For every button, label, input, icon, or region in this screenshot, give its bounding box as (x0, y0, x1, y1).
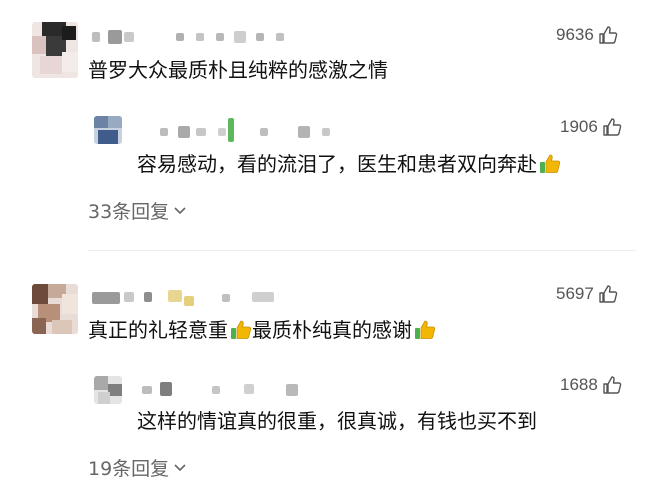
thumbs-up-emoji-icon (539, 153, 561, 182)
reply-like-count[interactable]: 1688 (560, 375, 622, 395)
comment-text-part2: 最质朴纯真的感谢 (252, 318, 412, 342)
replies-label: 33条回复 (88, 201, 170, 223)
thumbs-up-emoji-icon (414, 319, 436, 348)
like-count-value: 9636 (556, 25, 594, 44)
thumbs-up-outline-icon[interactable] (598, 284, 618, 304)
reply-avatar[interactable] (94, 116, 122, 144)
view-replies-button[interactable]: 19条回复 (88, 454, 187, 481)
reply-like-count-value: 1688 (560, 375, 598, 394)
like-count-value: 5697 (556, 284, 594, 303)
comment-text: 普罗大众最质朴且纯粹的感激之情 (88, 58, 388, 82)
reply-avatar[interactable] (94, 376, 122, 404)
chevron-down-icon (173, 200, 187, 222)
like-count[interactable]: 5697 (556, 284, 618, 304)
thumbs-up-outline-icon[interactable] (602, 117, 622, 137)
reply-text: 容易感动，看的流泪了，医生和患者双向奔赴 (137, 152, 537, 176)
thumbs-up-outline-icon[interactable] (602, 375, 622, 395)
comment-text-row: 真正的礼轻意重 最质朴纯真的感谢 (88, 316, 436, 348)
reply-text-row: 容易感动，看的流泪了，医生和患者双向奔赴 (137, 150, 561, 182)
reply-text: 这样的情谊真的很重，很真诚，有钱也买不到 (137, 409, 537, 433)
comment-divider (88, 250, 636, 251)
like-count[interactable]: 9636 (556, 25, 618, 45)
comment-avatar[interactable] (32, 284, 78, 334)
chevron-down-icon (173, 457, 187, 479)
comment-text-part1: 真正的礼轻意重 (88, 318, 228, 342)
comment-avatar[interactable] (32, 22, 78, 78)
reply-like-count[interactable]: 1906 (560, 117, 622, 137)
thumbs-up-outline-icon[interactable] (598, 25, 618, 45)
thumbs-up-emoji-icon (230, 319, 252, 348)
view-replies-button[interactable]: 33条回复 (88, 197, 187, 224)
reply-like-count-value: 1906 (560, 117, 598, 136)
replies-label: 19条回复 (88, 458, 170, 480)
